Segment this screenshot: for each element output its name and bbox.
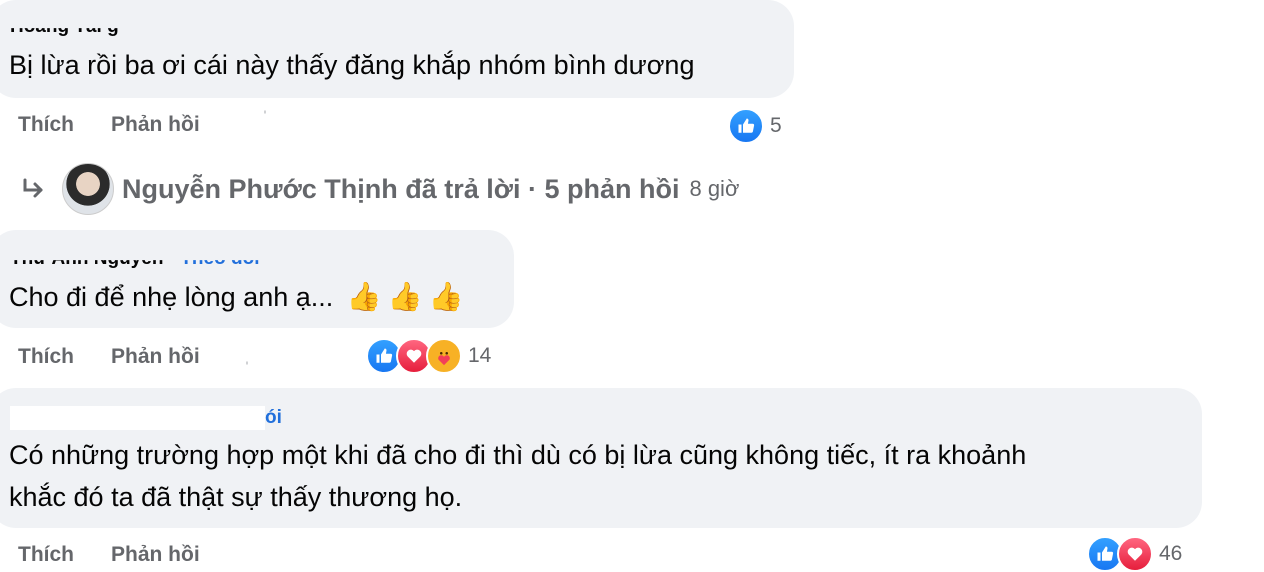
timestamp-fragment: ˈ xyxy=(262,108,268,128)
reaction-summary-1[interactable]: 5 xyxy=(728,108,782,144)
avatar[interactable] xyxy=(62,163,114,215)
timestamp-fragment: ˌ xyxy=(244,345,250,365)
comment-author[interactable]: Hoàng Tài g xyxy=(10,28,119,38)
like-button[interactable]: Thích xyxy=(18,543,74,566)
comment-text-line-1: Có những trường hợp một khi đã cho đi th… xyxy=(9,440,1027,470)
thumbs-up-emoji: 👍 xyxy=(346,281,382,312)
reaction-summary-3[interactable]: 46 xyxy=(1087,536,1182,572)
reply-button[interactable]: Phản hồi xyxy=(111,113,200,137)
like-reaction-icon xyxy=(728,108,764,144)
replies-thread-link[interactable]: Nguyễn Phước Thịnh đã trả lời · 5 phản h… xyxy=(20,163,739,215)
like-button[interactable]: Thích xyxy=(18,345,74,368)
follow-button: Theo dõi xyxy=(180,248,260,269)
thumbs-up-emoji: 👍 xyxy=(428,281,464,312)
like-button[interactable]: Thích xyxy=(18,113,74,136)
reply-button[interactable]: Phản hồi xyxy=(111,345,200,369)
comment-text: Bị lừa rồi ba ơi cái này thấy đăng khắp … xyxy=(9,50,695,80)
comment-actions-2: Thích Phản hồi xyxy=(18,345,200,369)
reaction-count: 46 xyxy=(1159,542,1183,565)
comment-actions-1: Thích Phản hồi xyxy=(18,113,200,137)
care-reaction-icon xyxy=(426,338,462,374)
reaction-count: 5 xyxy=(770,114,782,137)
thread-time: 8 giờ xyxy=(689,176,740,201)
love-reaction-icon xyxy=(1117,536,1153,572)
comment-bubble-2: Thư Anh Nguyễn · Theo dõi Cho đi để nhẹ … xyxy=(0,230,514,328)
reply-arrow-icon xyxy=(23,178,43,198)
comment-author[interactable]: Thư Anh Nguyễn · Theo dõi xyxy=(10,248,260,270)
reaction-summary-2[interactable]: 14 xyxy=(366,338,491,374)
follow-button: ói xyxy=(265,407,282,429)
comment-bubble-1: Hoàng Tài g Bị lừa rồi ba ơi cái này thấ… xyxy=(0,0,794,98)
reaction-count: 14 xyxy=(468,344,492,367)
comment-bubble-3: ói Có những trường hợp một khi đã cho đi… xyxy=(0,388,1202,528)
comment-text: Cho đi để nhẹ lòng anh ạ... 👍 👍 👍 xyxy=(9,276,463,318)
thread-summary[interactable]: Nguyễn Phước Thịnh đã trả lời · 5 phản h… xyxy=(122,174,679,205)
thumbs-up-emoji: 👍 xyxy=(387,281,423,312)
comment-actions-3: Thích Phản hồi xyxy=(18,543,200,567)
comment-author[interactable]: ói xyxy=(10,406,282,430)
comment-text-line-2: khắc đó ta đã thật sự thấy thương họ. xyxy=(9,482,463,512)
reply-button[interactable]: Phản hồi xyxy=(111,543,200,567)
